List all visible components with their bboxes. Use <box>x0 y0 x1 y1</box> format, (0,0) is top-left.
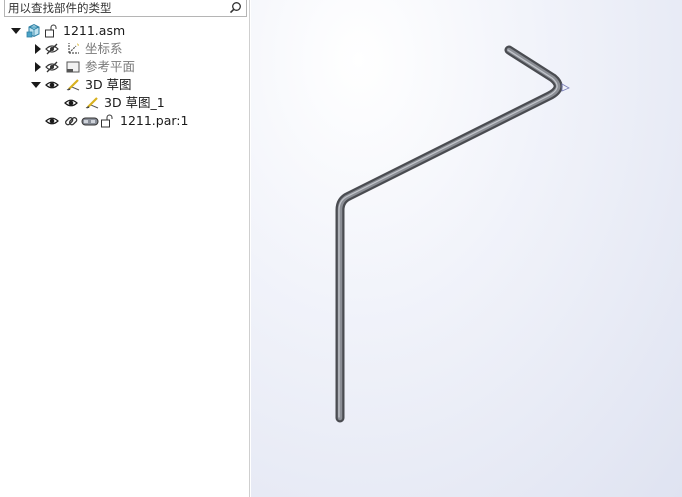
search-icon[interactable] <box>229 1 242 14</box>
eye-icon[interactable] <box>64 96 78 110</box>
tree-item-reference-planes[interactable]: 参考平面 <box>0 58 248 76</box>
collapse-arrow-icon[interactable] <box>29 78 43 92</box>
sketch-icon <box>85 97 99 109</box>
tree-item-coordinate-system[interactable]: 坐标系 <box>0 40 248 58</box>
tree-item-part[interactable]: 1211.par:1 <box>0 112 248 130</box>
expand-arrow-icon[interactable] <box>31 60 45 74</box>
tree-item-label: 3D 草图 <box>85 77 132 92</box>
coordinate-system-icon <box>68 43 79 54</box>
part-icon <box>81 117 99 126</box>
search-input[interactable] <box>8 0 223 15</box>
tree-item-label: 参考平面 <box>85 59 136 74</box>
eye-hidden-icon[interactable] <box>45 42 59 56</box>
tree-item-3d-sketch-1[interactable]: 3D 草图_1 <box>0 94 248 112</box>
tree-item-label: 1211.asm <box>63 23 126 38</box>
lock-icon <box>45 24 57 38</box>
assembly-tree-panel: 1211.asm 坐标系 参 <box>0 0 250 497</box>
endpoint-marker <box>561 83 570 92</box>
link-icon <box>65 117 78 126</box>
tree-item-3d-sketch[interactable]: 3D 草图 <box>0 76 248 94</box>
tree-item-label: 3D 草图_1 <box>104 95 165 110</box>
tree-item-root[interactable]: 1211.asm <box>0 22 248 40</box>
eye-hidden-icon[interactable] <box>45 60 59 74</box>
assembly-icon <box>26 23 40 38</box>
tree-item-label: 坐标系 <box>85 41 123 56</box>
eye-icon[interactable] <box>45 114 59 128</box>
pipe-body[interactable] <box>335 45 563 423</box>
collapse-arrow-icon[interactable] <box>9 24 23 38</box>
lock-icon <box>101 114 113 128</box>
pipe-model[interactable] <box>251 0 682 497</box>
sketch-icon <box>66 79 80 91</box>
search-box <box>4 0 247 17</box>
expand-arrow-icon[interactable] <box>31 42 45 56</box>
eye-icon[interactable] <box>45 78 59 92</box>
reference-plane-icon <box>66 61 80 73</box>
tree-item-label: 1211.par:1 <box>120 113 189 128</box>
3d-viewport[interactable] <box>251 0 682 497</box>
